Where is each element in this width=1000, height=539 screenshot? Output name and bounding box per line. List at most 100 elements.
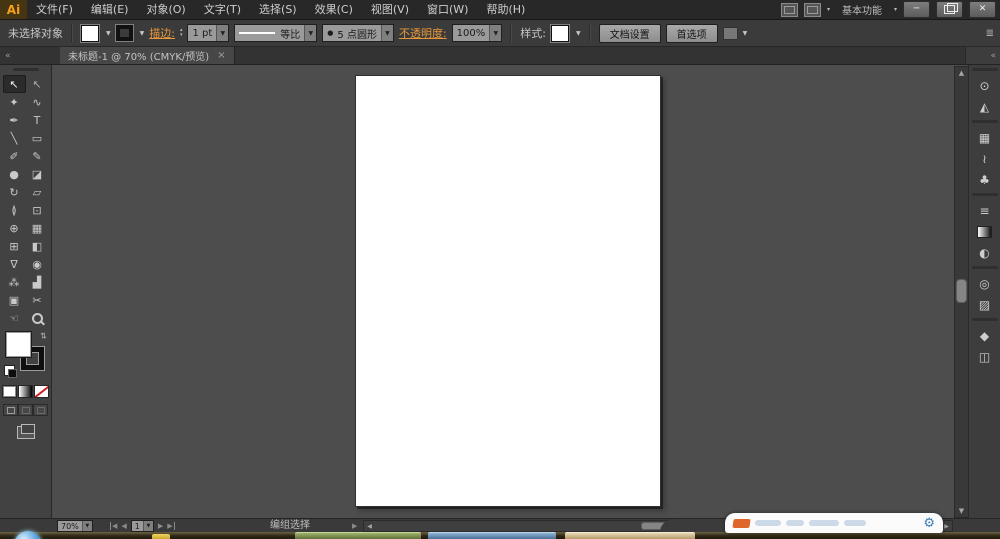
zoom-dropdown-icon[interactable]: ▼: [81, 521, 92, 531]
brush-definition-dropdown[interactable]: ● 5 点圆形 ▼: [322, 24, 394, 42]
canvas-area[interactable]: [52, 65, 969, 519]
perspective-grid-tool[interactable]: ▦: [26, 219, 49, 237]
zoom-tool[interactable]: [26, 309, 49, 327]
taskbar-window-button[interactable]: [295, 532, 421, 539]
panel-gripper[interactable]: [12, 68, 39, 71]
color-button[interactable]: [2, 385, 17, 398]
dock-gripper[interactable]: [971, 193, 998, 196]
scroll-left-icon[interactable]: ◀: [364, 523, 375, 530]
preferences-button[interactable]: 首选项: [665, 23, 718, 43]
style-dropdown-icon[interactable]: ▼: [576, 30, 581, 37]
arrange-documents-caret-icon[interactable]: ▾: [827, 6, 830, 13]
default-fill-stroke-icon[interactable]: [3, 365, 17, 378]
panel-artboards[interactable]: ◫: [969, 346, 1000, 367]
menu-file[interactable]: 文件(F): [27, 0, 82, 19]
bridge-icon[interactable]: [780, 2, 798, 17]
panel-symbols[interactable]: ♣: [969, 169, 1000, 190]
vertical-scrollbar[interactable]: ▲ ▼: [954, 66, 969, 518]
gear-icon[interactable]: ⚙: [923, 517, 935, 530]
panel-transparency[interactable]: ◐: [969, 242, 1000, 263]
restore-button[interactable]: [936, 1, 963, 18]
fill-color-swatch[interactable]: [81, 24, 99, 42]
width-profile-dropdown[interactable]: 等比 ▼: [234, 24, 318, 42]
taskbar-window-button[interactable]: [428, 532, 556, 539]
lasso-tool[interactable]: ∿: [26, 93, 49, 111]
minimize-button[interactable]: ─: [903, 1, 930, 18]
fill-proxy[interactable]: [5, 332, 31, 357]
free-transform-tool[interactable]: ⊡: [26, 201, 49, 219]
menu-help[interactable]: 帮助(H): [477, 0, 534, 19]
opacity-value[interactable]: 100%: [452, 25, 490, 41]
menu-window[interactable]: 窗口(W): [418, 0, 477, 19]
rectangle-tool[interactable]: ▭: [26, 129, 49, 147]
start-button[interactable]: [14, 531, 42, 539]
draw-inside-button[interactable]: [33, 404, 48, 416]
artboard[interactable]: [355, 75, 661, 507]
workspace-caret-icon[interactable]: ▾: [894, 6, 897, 13]
paintbrush-tool[interactable]: ✐: [3, 147, 26, 165]
brush-dropdown-icon[interactable]: ▼: [380, 25, 393, 41]
next-artboard-icon[interactable]: ▶: [158, 522, 163, 530]
capture-toolbar-overlay[interactable]: ⚙: [725, 513, 943, 533]
document-tab[interactable]: 未标题-1 @ 70% (CMYK/预览) ×: [60, 47, 235, 64]
menu-view[interactable]: 视图(V): [362, 0, 418, 19]
status-expand-icon[interactable]: ▶: [352, 522, 357, 530]
artboard-tool[interactable]: ▣: [3, 291, 26, 309]
dock-gripper[interactable]: [971, 120, 998, 123]
dock-gripper[interactable]: [971, 266, 998, 269]
first-artboard-icon[interactable]: ◀: [110, 522, 117, 530]
eyedropper-tool[interactable]: ∇: [3, 255, 26, 273]
menu-select[interactable]: 选择(S): [250, 0, 306, 19]
eraser-tool[interactable]: ◪: [26, 165, 49, 183]
shape-builder-tool[interactable]: ⊕: [3, 219, 26, 237]
panel-gradient[interactable]: [969, 221, 1000, 242]
vertical-scroll-track[interactable]: [955, 79, 968, 505]
mesh-tool[interactable]: ⊞: [3, 237, 26, 255]
line-segment-tool[interactable]: ╲: [3, 129, 26, 147]
previous-artboard-icon[interactable]: ◀: [121, 522, 126, 530]
stroke-weight-dropdown-icon[interactable]: ▼: [216, 25, 229, 41]
vertical-scroll-handle[interactable]: [956, 279, 967, 304]
taskbar-window-button[interactable]: [565, 532, 695, 539]
artboard-number-value[interactable]: 1: [131, 521, 143, 531]
direct-selection-tool[interactable]: ↖: [26, 75, 49, 93]
workspace-switcher[interactable]: 基本功能: [842, 2, 882, 17]
stroke-weight-value[interactable]: 1 pt: [188, 25, 217, 41]
scroll-down-icon[interactable]: ▼: [959, 505, 964, 517]
tab-close-icon[interactable]: ×: [217, 50, 225, 61]
stroke-dropdown-icon[interactable]: ▼: [140, 30, 145, 37]
arrange-documents-icon[interactable]: [803, 2, 821, 17]
none-button[interactable]: [34, 385, 49, 398]
stepper-down-icon[interactable]: ▾: [180, 33, 183, 38]
fill-dropdown-icon[interactable]: ▼: [106, 30, 111, 37]
tools-collapse-icon[interactable]: «: [0, 47, 56, 64]
hand-tool[interactable]: ☜: [3, 309, 26, 327]
gradient-button[interactable]: [18, 385, 33, 398]
artboard-number-field[interactable]: 1 ▼: [130, 520, 154, 532]
panel-stroke[interactable]: ≡: [969, 200, 1000, 221]
document-setup-button[interactable]: 文档设置: [598, 23, 661, 43]
blob-brush-tool[interactable]: ●: [3, 165, 26, 183]
screen-mode-button[interactable]: [16, 424, 35, 439]
blend-tool[interactable]: ◉: [26, 255, 49, 273]
stroke-weight-field[interactable]: 1 pt ▼: [187, 24, 230, 42]
symbol-sprayer-tool[interactable]: ⁂: [3, 273, 26, 291]
column-graph-tool[interactable]: ▟: [26, 273, 49, 291]
swap-fill-stroke-icon[interactable]: ⇄: [39, 332, 48, 339]
pen-tool[interactable]: ✒: [3, 111, 26, 129]
dock-gripper[interactable]: [971, 68, 998, 71]
opacity-panel-link[interactable]: 不透明度:: [399, 25, 447, 41]
gradient-tool[interactable]: ◧: [26, 237, 49, 255]
profile-dropdown-icon[interactable]: ▼: [304, 25, 317, 41]
scale-tool[interactable]: ▱: [26, 183, 49, 201]
panel-brushes[interactable]: ≀: [969, 148, 1000, 169]
width-tool[interactable]: ≬: [3, 201, 26, 219]
dock-collapse-icon[interactable]: «: [965, 47, 1000, 64]
slice-tool[interactable]: ✂: [26, 291, 49, 309]
type-tool[interactable]: T: [26, 111, 49, 129]
zoom-level-field[interactable]: 70% ▼: [57, 520, 93, 532]
opacity-dropdown-icon[interactable]: ▼: [489, 25, 502, 41]
draw-behind-button[interactable]: [18, 404, 33, 416]
panel-color-guide[interactable]: ◭: [969, 96, 1000, 117]
menu-type[interactable]: 文字(T): [195, 0, 250, 19]
